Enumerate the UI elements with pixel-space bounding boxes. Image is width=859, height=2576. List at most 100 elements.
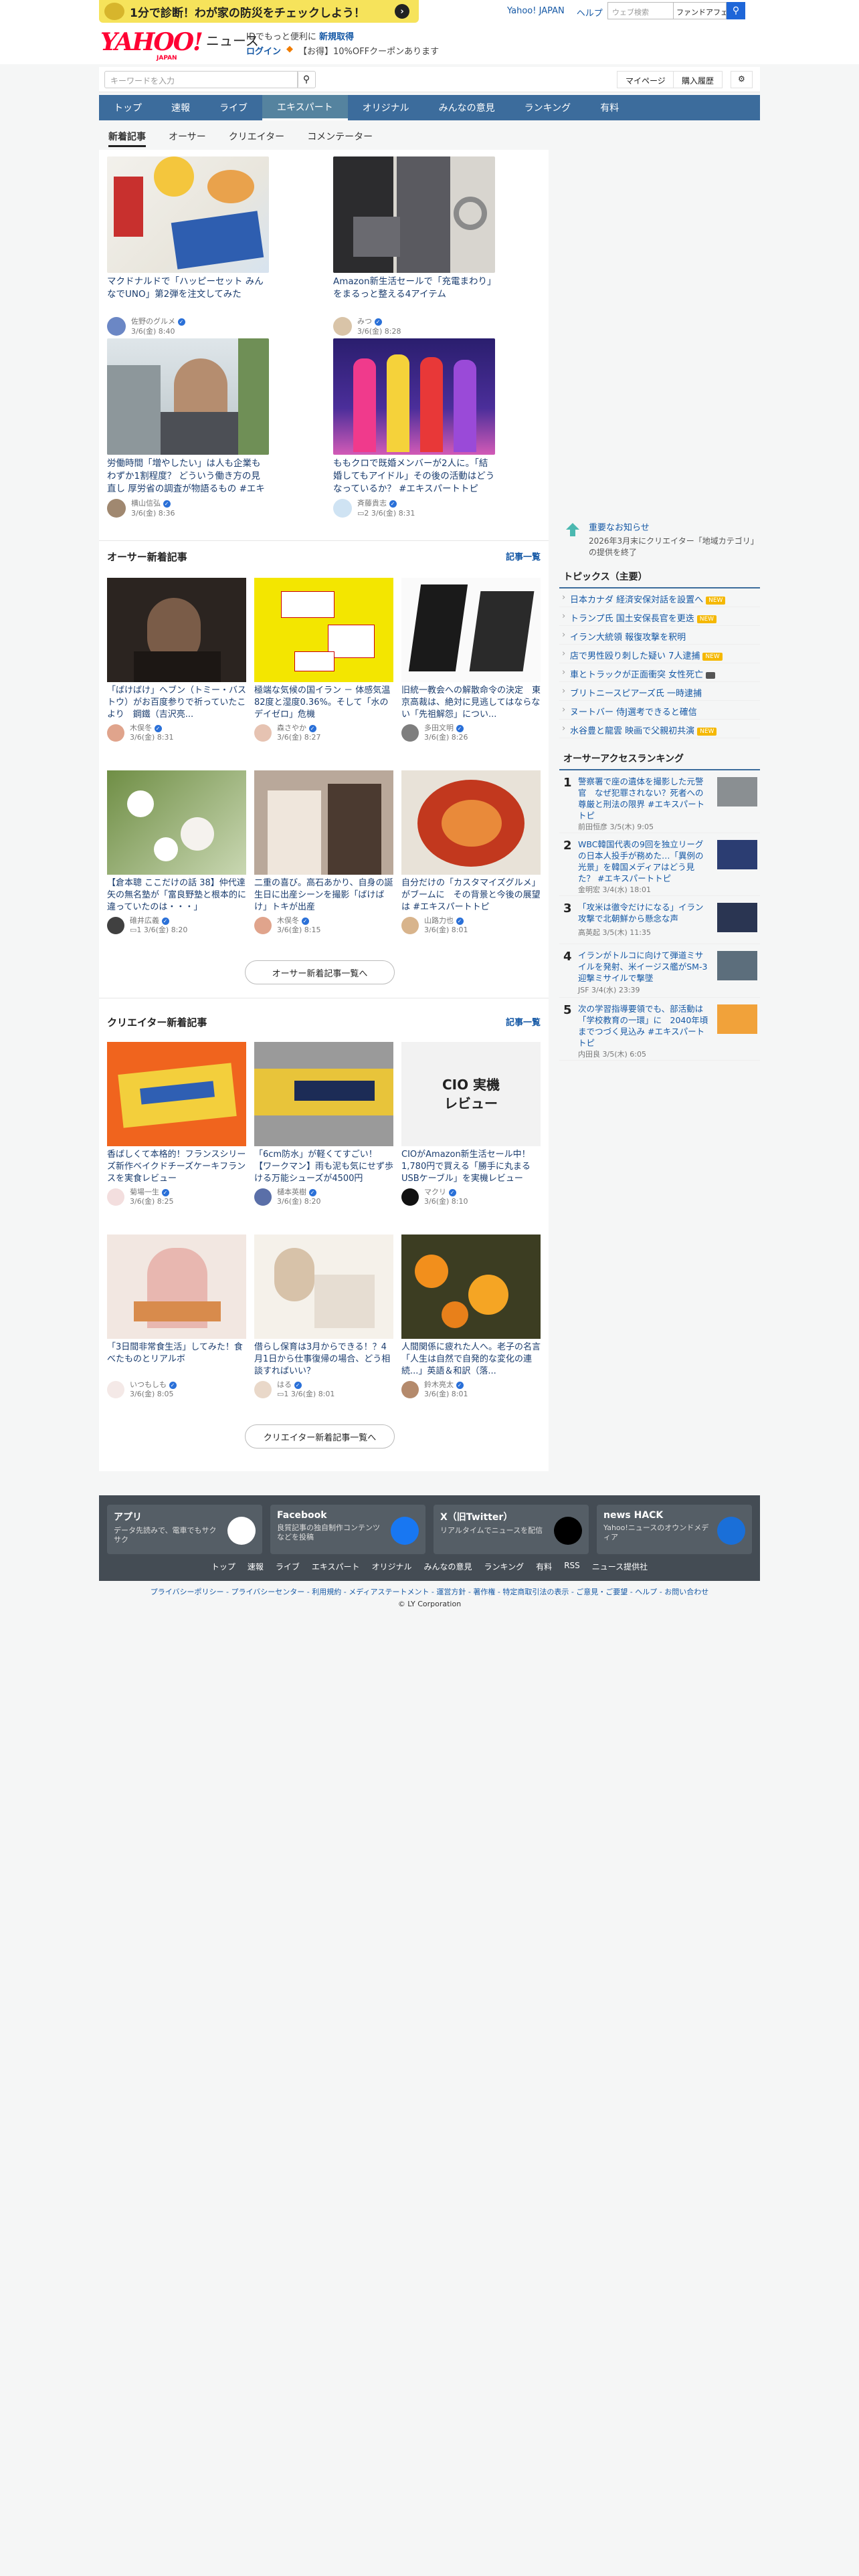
ranking-title-text[interactable]: 「攻米は徹令だけになる」イラン攻撃で北朝鮮から懸念な声 xyxy=(578,901,709,924)
author-name[interactable]: いつもしも xyxy=(130,1380,167,1389)
footer-facebook-card[interactable]: Facebook 良質記事の独自制作コンテンツなどを投稿 xyxy=(270,1505,425,1554)
footer-nav-item[interactable]: みんなの意見 xyxy=(424,1561,472,1572)
topic-item[interactable]: 日本カナダ 経済安保対話を設置へNEW xyxy=(559,588,760,607)
ranking-title-text[interactable]: 警察署で座の遺体を撮影した元警官 なぜ犯罪されない？死者への尊厳と刑法の限界 #… xyxy=(578,776,709,821)
author-name[interactable]: 横山信弘 xyxy=(131,499,161,508)
footer-nav-item[interactable]: RSS xyxy=(564,1561,580,1572)
author-name[interactable]: はる xyxy=(277,1380,292,1389)
topic-item[interactable]: イラン大統領 報復攻撃を釈明 xyxy=(559,626,760,645)
author-name[interactable]: 山路力也 xyxy=(424,916,454,925)
owner-article[interactable]: 旧統一教会への解散命令の決定 東京高裁は、絶対に見逃してはならない「先祖解怨」に… xyxy=(401,578,541,742)
article-title[interactable]: 旧統一教会への解散命令の決定 東京高裁は、絶対に見逃してはならない「先祖解怨」に… xyxy=(401,685,541,721)
signup-link[interactable]: 新規取得 xyxy=(319,32,354,42)
featured-article[interactable]: マクドナルドで「ハッピーセット みんなでUNO」第2弾を注文してみた 佐野のグル… xyxy=(107,156,269,336)
yahoo-japan-link[interactable]: Yahoo! JAPAN xyxy=(507,6,565,19)
footer-nav-item[interactable]: オリジナル xyxy=(372,1561,412,1572)
ranking-title-text[interactable]: 次の学習指導要領でも、部活動は「学校教育の一環」に 2040年頃までつづく見込み… xyxy=(578,1003,709,1049)
topic-item[interactable]: 車とトラックが正面衝突 女性死亡 xyxy=(559,663,760,682)
nav-paid[interactable]: 有料 xyxy=(585,95,634,120)
keyword-search-button[interactable]: ⚲ xyxy=(297,71,316,88)
article-title[interactable]: 「3日間非常食生活」してみた！食べたものとリアルボ xyxy=(107,1341,246,1378)
disaster-check-banner[interactable]: 1分で診断！わが家の防災をチェックしよう！ › xyxy=(99,0,419,23)
creator-article[interactable]: 「3日間非常食生活」してみた！食べたものとリアルボ いつもしも ✓ 3/6(金) … xyxy=(107,1235,246,1399)
author-name[interactable]: 碓井広義 xyxy=(130,916,159,925)
footer-x-card[interactable]: X（旧Twitter） リアルタイムでニュースを配信 xyxy=(434,1505,589,1554)
settings-button[interactable]: ⚙ xyxy=(731,71,753,88)
article-title[interactable]: 労働時間「増やしたい」は人も企業もわずか1割程度？ どういう働き方の見直し 厚労… xyxy=(107,457,269,496)
ranking-item[interactable]: 1 警察署で座の遺体を撮影した元警官 なぜ犯罪されない？死者への尊厳と刑法の限界… xyxy=(559,770,760,833)
nav-expert[interactable]: エキスパート xyxy=(262,95,348,120)
tab-creators[interactable]: クリエイター xyxy=(229,124,284,147)
footer-newshack-card[interactable]: news HACK Yahoo!ニュースのオウンドメディア xyxy=(597,1505,752,1554)
footer-nav-item[interactable]: 速報 xyxy=(248,1561,264,1572)
author-name[interactable]: 木俣冬 xyxy=(130,724,152,732)
yahoo-news-logo[interactable]: YAHOO! JAPAN ニュース xyxy=(100,29,259,62)
owner-article[interactable]: 自分だけの「カスタマイズグルメ」がブームに その背景と今後の展望は #エキスパー… xyxy=(401,770,541,935)
author-name[interactable]: 斉藤貴志 xyxy=(357,499,387,508)
footer-nav-item[interactable]: ライブ xyxy=(276,1561,300,1572)
owner-article[interactable]: 「ばけばけ」ヘブン（トミー・バストウ）がお百度参りで祈っていたこより 鋼鐵（吉沢… xyxy=(107,578,246,742)
fanfic-selector[interactable]: ファンドアフェン xyxy=(673,2,727,19)
author-name[interactable]: 木俣冬 xyxy=(277,916,299,925)
nav-opinions[interactable]: みんなの意見 xyxy=(424,95,510,120)
purchase-history-button[interactable]: 購入履歴 xyxy=(673,71,723,88)
article-title[interactable]: 自分だけの「カスタマイズグルメ」がブームに その背景と今後の展望は #エキスパー… xyxy=(401,877,541,914)
topic-item[interactable]: 店で男性殴り刺した疑い 7人逮捕NEW xyxy=(559,645,760,663)
footer-links[interactable]: プライバシーポリシー - プライバシーセンター - 利用規約 - メディアステー… xyxy=(99,1586,760,1597)
tab-authors[interactable]: オーサー xyxy=(169,124,206,147)
topic-item[interactable]: トランプ氏 国土安保長官を更迭NEW xyxy=(559,607,760,626)
article-title[interactable]: 二重の喜び。高石あかり、自身の誕生日に出産シーンを撮影「ばけばけ」トキが出産 xyxy=(254,877,393,914)
ranking-title-text[interactable]: WBC韓国代表の9回を独立リーグの日本人投手が務めた…「異例の光景」を韓国メディ… xyxy=(578,839,709,884)
footer-nav-item[interactable]: エキスパート xyxy=(312,1561,360,1572)
featured-article[interactable]: Amazon新生活セールで「充電まわり」をまるっと整える4アイテム みつ ✓ 3/… xyxy=(333,156,495,336)
owner-more-button[interactable]: オーサー新着記事一覧へ xyxy=(245,960,395,984)
author-name[interactable]: 森さやか xyxy=(277,724,306,732)
featured-article[interactable]: ももクロで既婚メンバーが2人に。「結婚してもアイドル」その後の活動はどうなってい… xyxy=(333,338,495,518)
topic-item[interactable]: 水谷豊と龍雲 映画で父親初共演NEW xyxy=(559,720,760,738)
ranking-item[interactable]: 5 次の学習指導要領でも、部活動は「学校教育の一環」に 2040年頃までつづく見… xyxy=(559,998,760,1061)
footer-nav-item[interactable]: ニュース提供社 xyxy=(592,1561,648,1572)
featured-article[interactable]: 労働時間「増やしたい」は人も企業もわずか1割程度？ どういう働き方の見直し 厚労… xyxy=(107,338,269,518)
article-title[interactable]: Amazon新生活セールで「充電まわり」をまるっと整える4アイテム xyxy=(333,276,495,314)
ranking-item[interactable]: 2 WBC韓国代表の9回を独立リーグの日本人投手が務めた…「異例の光景」を韓国メ… xyxy=(559,833,760,896)
article-title[interactable]: マクドナルドで「ハッピーセット みんなでUNO」第2弾を注文してみた xyxy=(107,276,269,314)
article-title[interactable]: 借らし保育は3月からできる！？4月1日から仕事復帰の場合、どう相談すればいい？ xyxy=(254,1341,393,1378)
important-notice[interactable]: 重要なお知らせ 2026年3月末にクリエイター「地域カテゴリ」の提供を終了 xyxy=(559,512,760,557)
article-title[interactable]: CIOがAmazon新生活セール中！1,780円で買える「勝手に丸まるUSBケー… xyxy=(401,1149,541,1185)
creator-more-button[interactable]: クリエイター新着記事一覧へ xyxy=(245,1424,395,1448)
owner-article[interactable]: 【倉本聰 ここだけの話 38】仲代達矢の無名塾が「富良野塾と根本的に違っていたの… xyxy=(107,770,246,935)
author-name[interactable]: マクリ xyxy=(424,1188,446,1196)
notice-title[interactable]: 重要なお知らせ xyxy=(589,520,760,533)
author-name[interactable]: みつ xyxy=(357,317,372,326)
article-title[interactable]: 「6cm防水」が軽くてすごい！【ワークマン】雨も泥も気にせず歩ける万能シューズが… xyxy=(254,1149,393,1185)
owner-article[interactable]: 極端な気候の国イラン － 体感気温82度と湿度0.36%。そして「水のデイゼロ」… xyxy=(254,578,393,742)
nav-original[interactable]: オリジナル xyxy=(348,95,424,120)
nav-breaking[interactable]: 速報 xyxy=(157,95,205,120)
login-link[interactable]: ログイン xyxy=(246,44,281,57)
creator-article[interactable]: 「6cm防水」が軽くてすごい！【ワークマン】雨も泥も気にせず歩ける万能シューズが… xyxy=(254,1042,393,1206)
mypage-button[interactable]: マイページ xyxy=(617,71,674,88)
article-title[interactable]: 極端な気候の国イラン － 体感気温82度と湿度0.36%。そして「水のデイゼロ」… xyxy=(254,685,393,721)
creator-article[interactable]: 借らし保育は3月からできる！？4月1日から仕事復帰の場合、どう相談すればいい？ … xyxy=(254,1235,393,1399)
web-search-button[interactable]: ⚲ xyxy=(727,2,745,19)
article-title[interactable]: 人間関係に疲れた人へ。老子の名言「人生は自然で自発的な変化の連続...」英語＆和… xyxy=(401,1341,541,1378)
nav-top[interactable]: トップ xyxy=(99,95,157,120)
web-search-input[interactable]: ウェブ検索 xyxy=(607,2,673,19)
author-name[interactable]: 樋本英樹 xyxy=(277,1188,306,1196)
ranking-title-text[interactable]: イランがトルコに向けて弾道ミサイルを発射、米イージス艦がSM-3迎撃ミサイルで撃… xyxy=(578,950,709,984)
article-title[interactable]: 「ばけばけ」ヘブン（トミー・バストウ）がお百度参りで祈っていたこより 鋼鐵（吉沢… xyxy=(107,685,246,721)
tab-new-articles[interactable]: 新着記事 xyxy=(108,124,146,147)
creator-article[interactable]: CIO 実機レビュー CIOがAmazon新生活セール中！1,780円で買える「… xyxy=(401,1042,541,1206)
article-title[interactable]: 【倉本聰 ここだけの話 38】仲代達矢の無名塾が「富良野塾と根本的に違っていたの… xyxy=(107,877,246,914)
topic-item[interactable]: ブリトニースピアーズ氏 一時逮捕 xyxy=(559,682,760,701)
article-title[interactable]: 香ばしくて本格的！フランスシリーズ新作ベイクドチーズケーキフランスを実食レビュー xyxy=(107,1149,246,1185)
nav-ranking[interactable]: ランキング xyxy=(510,95,586,120)
author-name[interactable]: 多田文明 xyxy=(424,724,454,732)
coupon-text[interactable]: 【お得】10%OFFクーポンあります xyxy=(298,44,439,57)
creator-article[interactable]: 人間関係に疲れた人へ。老子の名言「人生は自然で自発的な変化の連続...」英語＆和… xyxy=(401,1235,541,1399)
author-name[interactable]: 佐野のグルメ xyxy=(131,317,175,326)
tab-commentators[interactable]: コメンテーター xyxy=(307,124,373,147)
ranking-item[interactable]: 3 「攻米は徹令だけになる」イラン攻撃で北朝鮮から懸念な声 高英起 3/5(木)… xyxy=(559,896,760,944)
topic-item[interactable]: ヌートバー 侍J選考できると確信 xyxy=(559,701,760,720)
creator-article-list-link[interactable]: 記事一覧 xyxy=(506,1015,541,1028)
